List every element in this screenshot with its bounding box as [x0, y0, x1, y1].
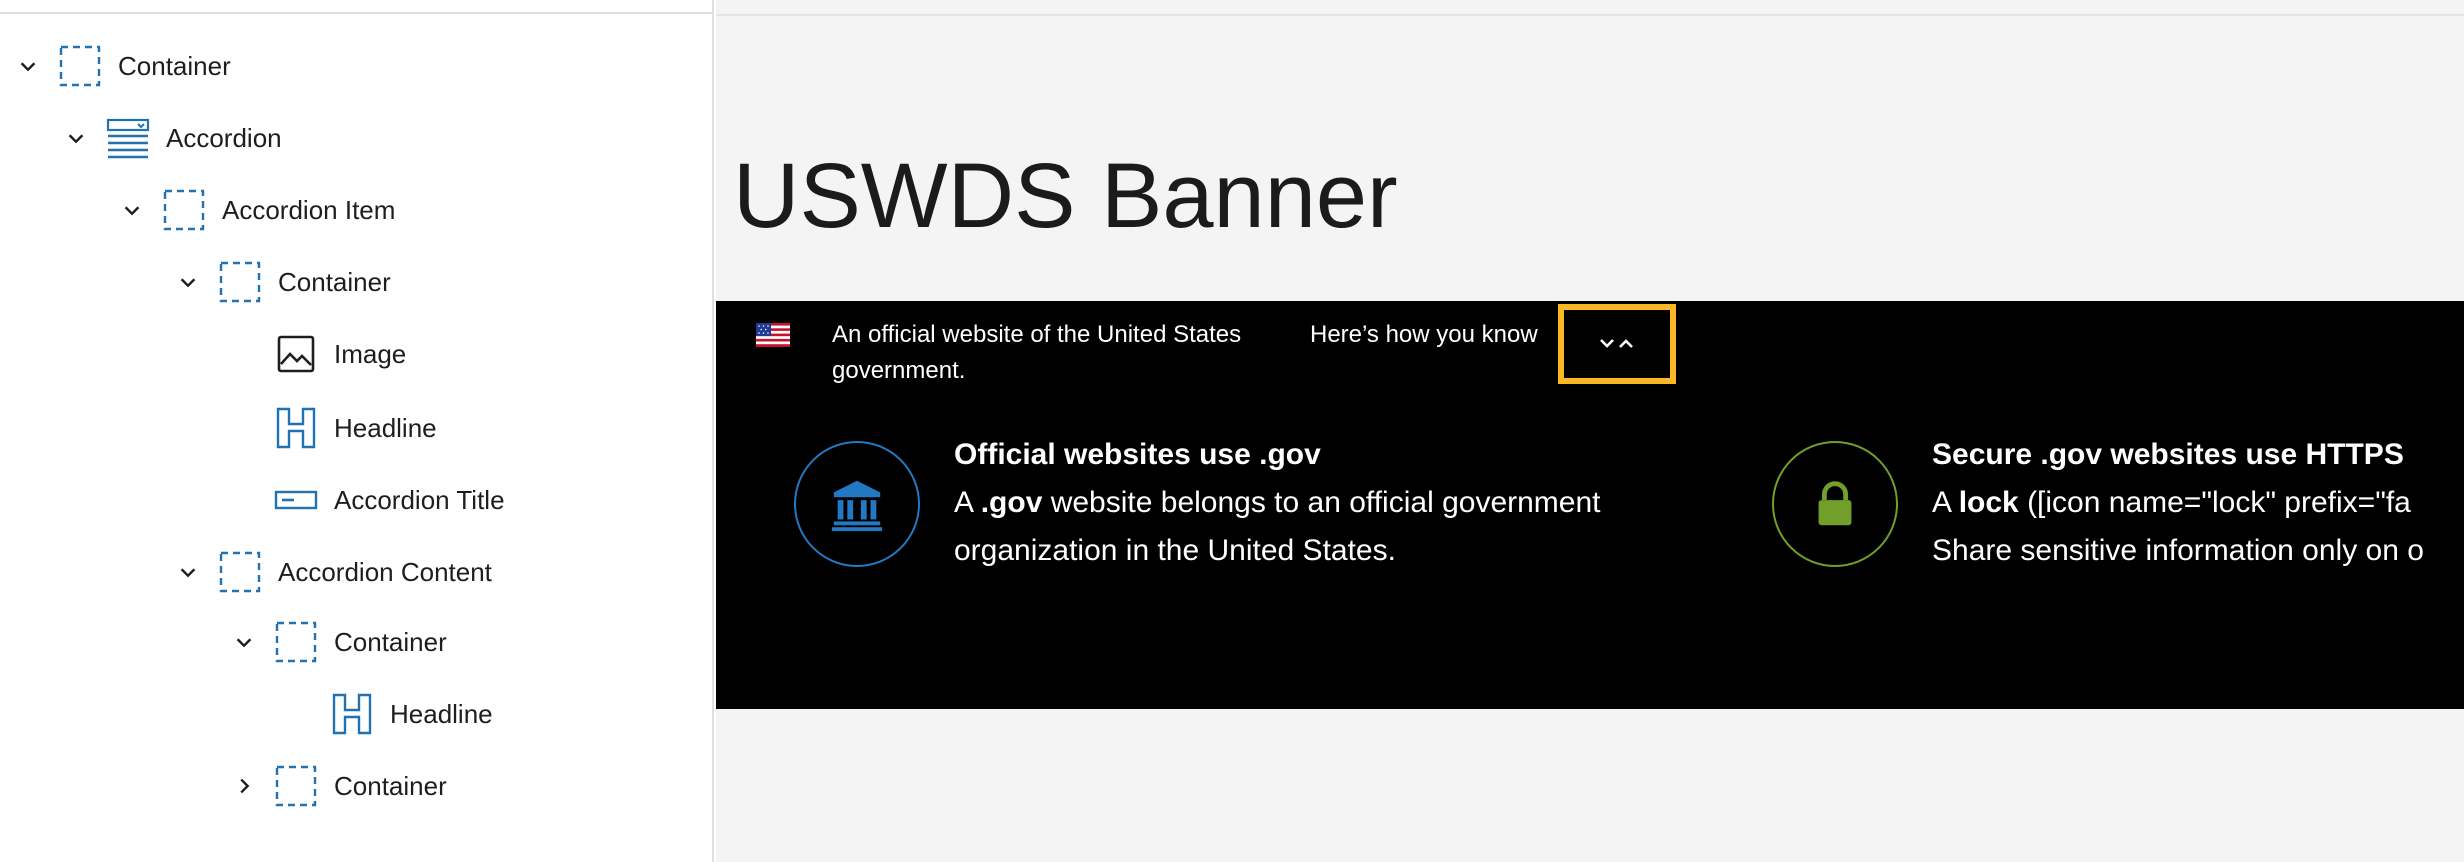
list-item-container[interactable]: Container [230, 756, 447, 816]
chevron-right-icon[interactable] [230, 772, 258, 800]
us-flag-icon [756, 323, 790, 347]
guidance-heading: Official websites use .gov [954, 438, 1321, 471]
guidance-body-text: Share sensitive information only on o [1932, 534, 2424, 567]
uswds-banner[interactable]: An official website of the United States… [716, 301, 2464, 709]
list-item-image[interactable]: Image [230, 324, 406, 384]
guidance-body-bold: .gov [980, 486, 1043, 519]
editor-canvas[interactable]: USWDS Banner An official website of the … [716, 0, 2464, 862]
container-icon [218, 260, 262, 304]
list-item-label: Image [334, 338, 407, 369]
list-view-panel: Container Accordion Accordion Item Conta… [0, 0, 714, 862]
list-item-accordion-content[interactable]: Accordion Content [174, 542, 492, 602]
list-item-headline[interactable]: Headline [230, 398, 437, 458]
list-item-container[interactable]: Container [230, 612, 447, 672]
guidance-body-text: organization in the United States. [954, 534, 1396, 567]
list-item-label: Accordion Item [222, 194, 396, 225]
list-item-label: Container [334, 770, 447, 801]
list-item-container[interactable]: Container [174, 252, 391, 312]
list-item-headline[interactable]: Headline [286, 684, 493, 744]
page-title[interactable]: USWDS Banner [733, 150, 1398, 242]
list-item-label: Container [118, 50, 231, 81]
list-item-accordion[interactable]: Accordion [62, 108, 282, 168]
list-view-top-divider [0, 12, 714, 14]
guidance-body-text: A [954, 486, 981, 519]
container-icon [274, 764, 318, 808]
list-item-accordion-item[interactable]: Accordion Item [118, 180, 395, 240]
guidance-body-text: website belongs to an official governmen… [1042, 486, 1601, 519]
list-item-label: Accordion Content [278, 556, 492, 587]
guidance-heading: Secure .gov websites use HTTPS [1932, 438, 2404, 471]
list-item-container[interactable]: Container [14, 36, 231, 96]
headline-icon [330, 692, 374, 736]
guidance-body-text: ([icon name="lock" prefix="fa [2018, 486, 2411, 519]
banner-toggle-button[interactable] [1558, 304, 1676, 384]
headline-icon [274, 406, 318, 450]
accordion-title-icon [274, 478, 318, 522]
container-icon [218, 550, 262, 594]
chevron-down-icon[interactable] [174, 558, 202, 586]
chevron-down-up-icon [1600, 339, 1633, 348]
chevron-down-icon[interactable] [62, 124, 90, 152]
list-item-label: Accordion [166, 122, 282, 153]
list-item-accordion-title[interactable]: Accordion Title [230, 470, 505, 530]
list-item-label: Container [278, 266, 391, 297]
guidance-body-bold: lock [1958, 486, 2019, 519]
accordion-icon [106, 116, 150, 160]
chevron-down-icon[interactable] [118, 196, 146, 224]
list-item-label: Headline [390, 698, 493, 729]
guidance-body: A .gov website belongs to an official go… [954, 479, 1601, 575]
container-icon [274, 620, 318, 664]
chevron-down-icon[interactable] [174, 268, 202, 296]
container-icon [162, 188, 206, 232]
how-you-know-link[interactable]: Here’s how you know [1310, 317, 1538, 353]
list-item-label: Accordion Title [334, 484, 505, 515]
lock-icon [1772, 441, 1898, 567]
chevron-down-icon[interactable] [230, 628, 258, 656]
list-item-label: Headline [334, 412, 437, 443]
official-website-text: An official website of the United States… [832, 321, 1242, 384]
chevron-down-icon[interactable] [14, 52, 42, 80]
canvas-top-divider [716, 14, 2464, 16]
guidance-body-text: A [1932, 486, 1959, 519]
guidance-body: A lock ([icon name="lock" prefix="fa Sha… [1932, 479, 2424, 575]
container-icon [58, 44, 102, 88]
bank-icon [794, 441, 920, 567]
image-icon [274, 332, 318, 376]
list-item-label: Container [334, 626, 447, 657]
